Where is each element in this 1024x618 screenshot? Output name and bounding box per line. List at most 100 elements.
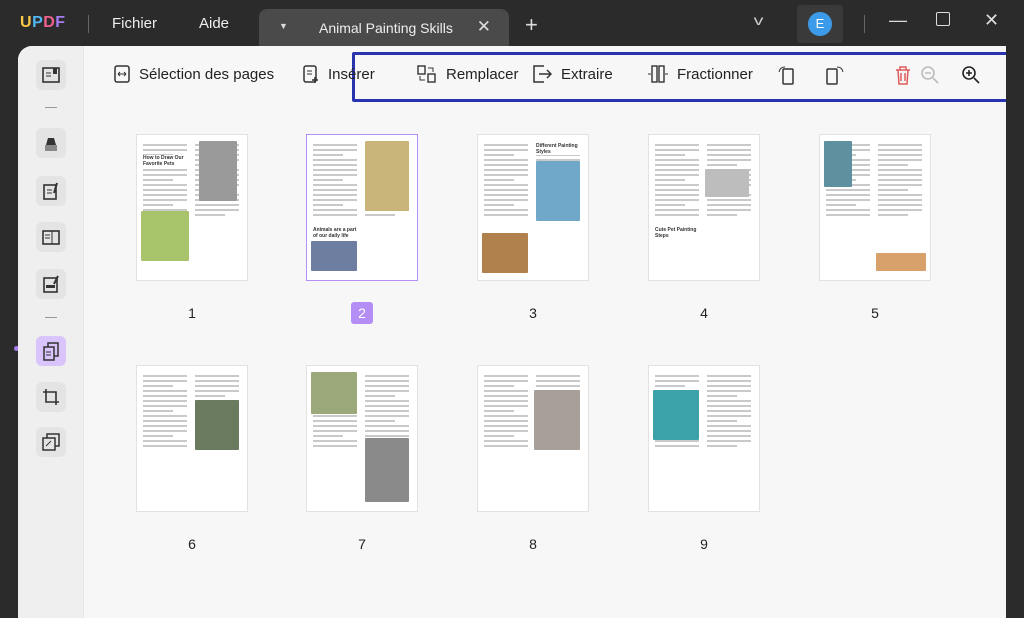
text-line: [826, 189, 870, 191]
text-line: [707, 420, 737, 422]
insert-button[interactable]: Insérer: [303, 65, 375, 83]
split-button[interactable]: Fractionner: [648, 65, 753, 83]
chevron-down-icon[interactable]: v: [754, 12, 764, 28]
text-line: [143, 174, 187, 176]
page-thumbnail[interactable]: 8: [477, 365, 589, 512]
text-line: [484, 174, 528, 176]
text-line: [143, 430, 187, 432]
highlighter-icon: [41, 133, 61, 153]
text-line: [365, 214, 395, 216]
page-number-label: 2: [351, 302, 373, 324]
page-preview[interactable]: [306, 365, 418, 512]
text-line: [707, 375, 751, 377]
new-tab-button[interactable]: +: [525, 12, 538, 38]
minimize-button[interactable]: —: [889, 10, 907, 31]
page-toolbar: Sélection des pages Insérer Remplacer Ex…: [84, 46, 1006, 106]
page-preview[interactable]: Animals are a part of our daily life: [306, 134, 418, 281]
text-line: [195, 375, 239, 377]
page-thumbnail[interactable]: 5: [819, 134, 931, 281]
page-selection-button[interactable]: Sélection des pages: [114, 65, 274, 83]
text-line: [484, 410, 514, 412]
replace-button[interactable]: Remplacer: [417, 65, 519, 83]
page-thumbnail[interactable]: Different Painting Styles3: [477, 134, 589, 281]
document-tab[interactable]: ▼ Animal Painting Skills ✕: [259, 9, 509, 46]
rotate-left-button[interactable]: [777, 65, 797, 85]
page-thumbnail[interactable]: Cute Pet Painting Steps4: [648, 134, 760, 281]
text-line: [707, 214, 737, 216]
text-line: [143, 440, 187, 442]
text-line: [143, 149, 187, 151]
text-line: [655, 149, 699, 151]
page-heading: Cute Pet Painting Steps: [655, 227, 703, 239]
account-button[interactable]: E: [797, 5, 843, 43]
text-line: [707, 440, 751, 442]
page-image: [141, 211, 189, 261]
crop-button[interactable]: [36, 382, 66, 412]
text-line: [484, 395, 528, 397]
menu-fichier[interactable]: Fichier: [112, 15, 157, 32]
page-preview[interactable]: Cute Pet Painting Steps: [648, 134, 760, 281]
text-line: [313, 194, 357, 196]
text-line: [195, 204, 239, 206]
insert-label: Insérer: [328, 66, 375, 83]
page-image: [534, 390, 580, 450]
page-thumbnail[interactable]: 9: [648, 365, 760, 512]
text-line: [313, 425, 357, 427]
text-line: [143, 199, 187, 201]
page-number: 3: [477, 302, 589, 324]
text-line: [143, 385, 173, 387]
text-line: [655, 209, 699, 211]
organize-pages-button[interactable]: [36, 336, 66, 366]
page-thumbnail[interactable]: 7: [306, 365, 418, 512]
text-line: [878, 189, 908, 191]
maximize-button[interactable]: [936, 12, 950, 26]
menu-aide[interactable]: Aide: [199, 15, 229, 32]
page-number: 6: [136, 533, 248, 555]
text-line: [195, 390, 239, 392]
page-thumbnail[interactable]: 6: [136, 365, 248, 512]
comment-tool-button[interactable]: [36, 128, 66, 158]
text-line: [195, 209, 239, 211]
layers-icon: [41, 432, 61, 452]
tab-dropdown-icon[interactable]: ▼: [279, 21, 288, 31]
page-number: 4: [648, 302, 760, 324]
text-line: [484, 194, 528, 196]
text-line: [707, 154, 751, 156]
page-number: 7: [306, 533, 418, 555]
page-preview[interactable]: [477, 365, 589, 512]
reader-mode-button[interactable]: [36, 60, 66, 90]
sign-redact-button[interactable]: [36, 269, 66, 299]
text-line: [655, 214, 699, 216]
delete-button[interactable]: [894, 65, 912, 85]
text-line: [484, 415, 528, 417]
page-image: [365, 141, 409, 211]
text-line: [484, 445, 528, 447]
page-number: 5: [819, 302, 931, 324]
zoom-in-button[interactable]: [961, 65, 981, 85]
page-preview[interactable]: How to Draw Our Favorite Pets: [136, 134, 248, 281]
batch-button[interactable]: [36, 427, 66, 457]
text-line: [195, 214, 225, 216]
zoom-out-button[interactable]: [920, 65, 940, 85]
close-tab-icon[interactable]: ✕: [477, 17, 491, 37]
text-line: [313, 164, 357, 166]
extract-button[interactable]: Extraire: [532, 65, 613, 83]
text-line: [484, 420, 528, 422]
page-thumbnail[interactable]: Animals are a part of our daily life2: [306, 134, 418, 281]
page-preview[interactable]: Different Painting Styles: [477, 134, 589, 281]
page-preview[interactable]: [819, 134, 931, 281]
close-window-button[interactable]: ✕: [984, 10, 999, 31]
page-image: [876, 253, 926, 271]
rotate-right-button[interactable]: [825, 65, 845, 85]
trash-icon: [894, 65, 912, 85]
text-line: [655, 154, 685, 156]
page-thumbnail[interactable]: How to Draw Our Favorite Pets1: [136, 134, 248, 281]
updf-logo: UPDF: [20, 14, 66, 32]
form-icon: [41, 227, 61, 247]
page-preview[interactable]: [136, 365, 248, 512]
text-line: [707, 209, 751, 211]
page-preview[interactable]: [648, 365, 760, 512]
form-button[interactable]: [36, 222, 66, 252]
edit-pdf-button[interactable]: [36, 176, 66, 206]
page-number-label: 9: [693, 533, 715, 555]
